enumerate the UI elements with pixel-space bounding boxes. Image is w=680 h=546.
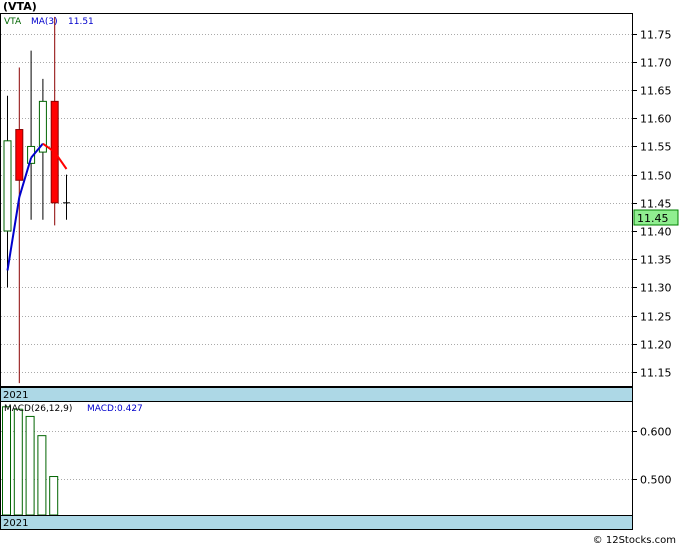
price-tick-label: 11.50	[640, 170, 672, 183]
price-tick-label: 11.55	[640, 141, 672, 154]
price-year-band	[0, 387, 633, 402]
price-y-axis: 11.1511.2011.2511.3011.3511.4011.4511.50…	[632, 29, 672, 380]
macd-panel-frame	[0, 401, 633, 516]
candle-up	[3, 140, 12, 232]
stock-chart: 11.1511.2011.2511.3011.3511.4011.4511.50…	[0, 0, 679, 546]
chart-symbol-title: (VTA)	[3, 0, 37, 13]
macd-label: MACD(26,12,9)	[4, 404, 72, 414]
macd-bar	[25, 415, 35, 516]
price-tick-label: 11.25	[640, 311, 672, 324]
macd-tick-label: 0.600	[640, 426, 672, 439]
last-price-tag-value: 11.45	[637, 212, 669, 225]
price-tick-label: 11.40	[640, 226, 672, 239]
macd-y-axis: 0.500 0.600	[632, 426, 672, 487]
price-year-label: 2021	[3, 390, 28, 401]
price-tick-label: 11.75	[640, 29, 672, 42]
price-panel-frame	[0, 13, 633, 387]
price-tick-label: 11.65	[640, 85, 672, 98]
candle-down	[15, 129, 24, 181]
macd-bar	[2, 406, 11, 516]
macd-bar	[37, 435, 47, 516]
macd-year-label: 2021	[3, 518, 28, 529]
price-tick-label: 11.30	[640, 282, 672, 295]
macd-year-band	[0, 515, 633, 530]
macd-value-label: MACD:0.427	[87, 404, 143, 414]
price-tick-label: 11.15	[640, 367, 672, 380]
footer-credit: © 12Stocks.com	[593, 535, 676, 546]
price-tick-label: 11.60	[640, 113, 672, 126]
macd-tick-label: 0.500	[640, 474, 672, 487]
legend-symbol: VTA	[4, 17, 22, 27]
macd-bar	[49, 476, 59, 516]
price-tick-label: 11.45	[640, 198, 672, 211]
price-tick-label: 11.70	[640, 57, 672, 70]
legend-ma-label: MA(3)	[31, 17, 58, 27]
price-tick-label: 11.20	[640, 339, 672, 352]
macd-bar	[13, 408, 23, 516]
legend-ma-value: 11.51	[68, 17, 94, 27]
price-tick-label: 11.35	[640, 254, 672, 267]
